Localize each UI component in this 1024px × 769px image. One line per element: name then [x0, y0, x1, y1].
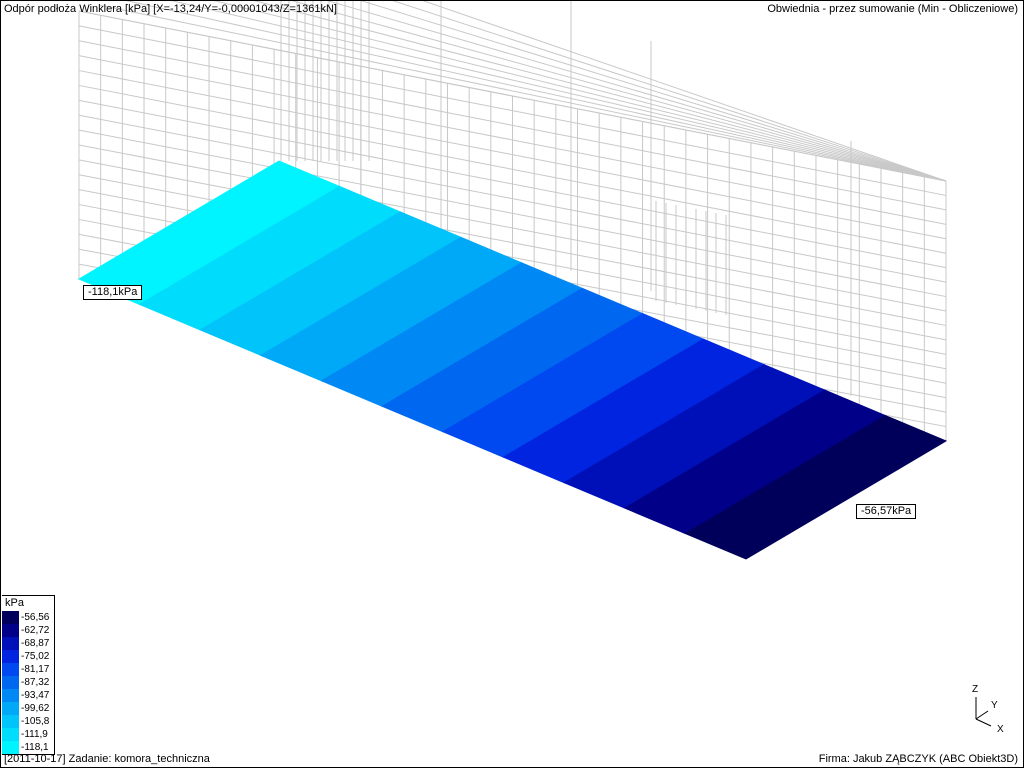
model-scene[interactable] [1, 1, 1024, 769]
legend-entry: -111,9 [2, 728, 54, 741]
legend-entry: -68,87 [2, 637, 54, 650]
max-value-callout: -118,1kPa [83, 285, 143, 300]
legend-swatch [2, 663, 19, 676]
legend-unit: kPa [5, 597, 24, 609]
legend-entry: -87,32 [2, 676, 54, 689]
legend-swatch [2, 689, 19, 702]
result-title: Odpór podłoża Winklera [kPa] [X=-13,24/Y… [4, 3, 337, 15]
axis-x-label: X [997, 724, 1004, 735]
legend-swatch [2, 715, 19, 728]
legend-value: -111,9 [21, 729, 48, 740]
legend-swatch [2, 637, 19, 650]
color-legend: kPa -56,56 -62,72 -68,87 -75,02 -81,17 -87,32… [2, 595, 55, 755]
legend-swatch [2, 702, 19, 715]
legend-value: -87,32 [21, 677, 50, 688]
legend-swatch [2, 676, 19, 689]
axis-z-label: Z [972, 684, 979, 695]
legend-entry: -75,02 [2, 650, 54, 663]
min-value-callout: -56,57kPa [856, 504, 917, 519]
legend-swatch [2, 650, 19, 663]
legend-value: -99,62 [21, 703, 50, 714]
task-info: [2011-10-17] Zadanie: komora_techniczna [4, 753, 210, 765]
legend-value: -75,02 [21, 651, 50, 662]
legend-entry: -81,17 [2, 663, 54, 676]
axis-y-label: Y [991, 700, 998, 711]
legend-entry: -56,56 [2, 611, 54, 624]
legend-entry: -99,62 [2, 702, 54, 715]
legend-value: -93,47 [21, 690, 50, 701]
legend-swatch [2, 611, 19, 624]
legend-swatch [2, 624, 19, 637]
legend-entry: -62,72 [2, 624, 54, 637]
legend-value: -105,8 [21, 716, 50, 727]
viewport[interactable]: Odpór podłoża Winklera [kPa] [X=-13,24/Y… [0, 0, 1024, 768]
firm-info: Firma: Jakub ZĄBCZYK (ABC Obiekt3D) [818, 753, 1018, 765]
legend-swatch [2, 728, 19, 741]
combination-label: Obwiednia - przez sumowanie (Min - Oblic… [767, 3, 1018, 15]
legend-value: -68,87 [21, 638, 50, 649]
legend-value: -62,72 [21, 625, 50, 636]
legend-value: -56,56 [21, 612, 50, 623]
legend-entry: -105,8 [2, 715, 54, 728]
legend-value: -81,17 [21, 664, 50, 675]
legend-entry: -93,47 [2, 689, 54, 702]
